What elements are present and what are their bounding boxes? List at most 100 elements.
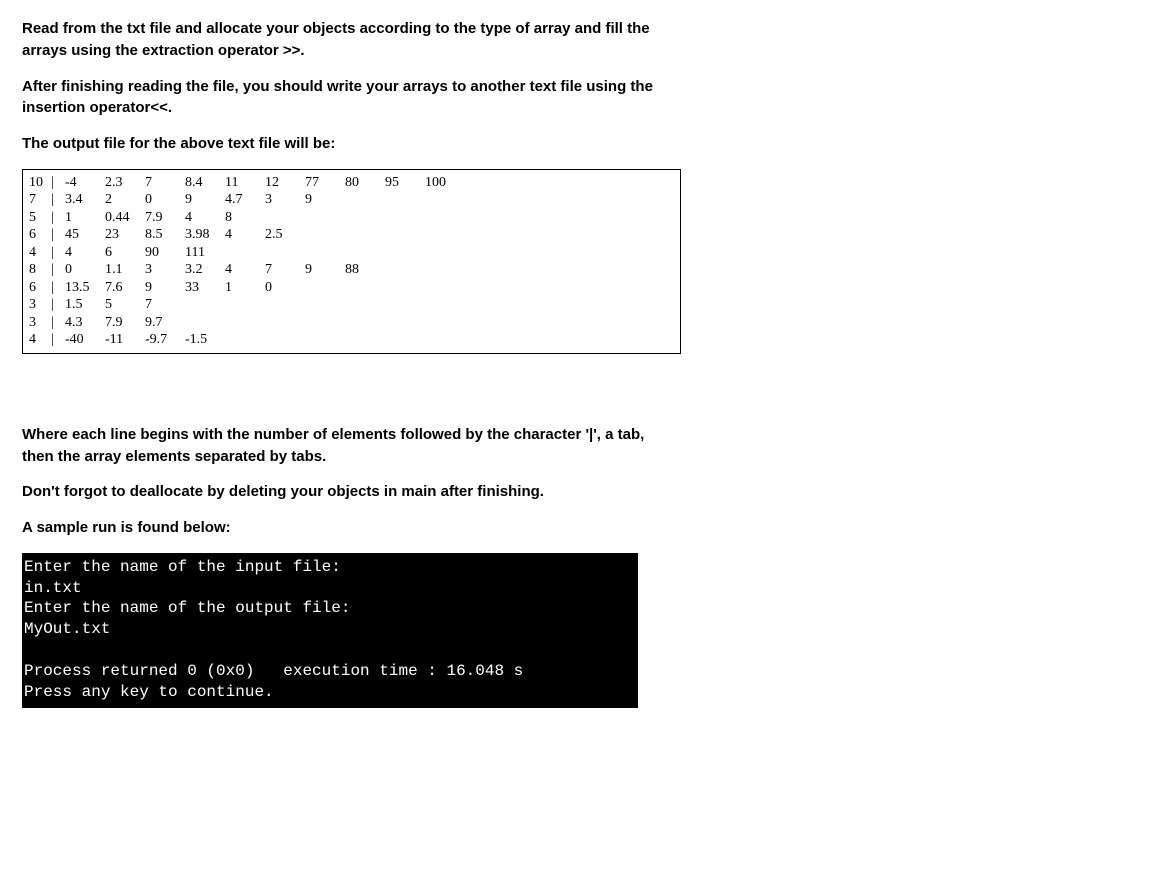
row-pipe: | — [51, 209, 65, 227]
cell-value: 6 — [105, 244, 145, 262]
table-row: 4|-40-11-9.7-1.5 — [29, 331, 465, 349]
cell-value: 7 — [145, 296, 185, 314]
cell-value: 9 — [305, 261, 345, 279]
cell-value: 80 — [345, 174, 385, 192]
cell-value: 7.9 — [105, 314, 145, 332]
cell-value — [265, 314, 305, 332]
cell-value — [385, 314, 425, 332]
cell-value — [425, 226, 465, 244]
cell-value: -9.7 — [145, 331, 185, 349]
cell-value — [385, 331, 425, 349]
cell-value — [385, 209, 425, 227]
table-row: 3|1.557 — [29, 296, 465, 314]
output-file-table: 10|-42.378.411127780951007|3.42094.7395|… — [22, 169, 681, 354]
cell-value: 2.5 — [265, 226, 305, 244]
cell-value: 4 — [65, 244, 105, 262]
cell-value: 1 — [65, 209, 105, 227]
cell-value: 45 — [65, 226, 105, 244]
cell-value — [225, 314, 265, 332]
row-pipe: | — [51, 279, 65, 297]
cell-value: -1.5 — [185, 331, 225, 349]
cell-value — [185, 314, 225, 332]
cell-value: 4 — [225, 226, 265, 244]
cell-value — [425, 244, 465, 262]
cell-value — [345, 279, 385, 297]
cell-value — [305, 209, 345, 227]
cell-value — [425, 331, 465, 349]
cell-value: 0.44 — [105, 209, 145, 227]
cell-value: -4 — [65, 174, 105, 192]
cell-value — [305, 226, 345, 244]
cell-value — [345, 331, 385, 349]
cell-value: 11 — [225, 174, 265, 192]
row-count: 4 — [29, 244, 51, 262]
cell-value — [265, 209, 305, 227]
cell-value — [305, 296, 345, 314]
cell-value — [345, 244, 385, 262]
row-count: 8 — [29, 261, 51, 279]
cell-value: 8.5 — [145, 226, 185, 244]
cell-value: 0 — [145, 191, 185, 209]
cell-value: 1.1 — [105, 261, 145, 279]
row-pipe: | — [51, 174, 65, 192]
table-row: 10|-42.378.41112778095100 — [29, 174, 465, 192]
cell-value — [305, 244, 345, 262]
row-pipe: | — [51, 244, 65, 262]
cell-value: 88 — [345, 261, 385, 279]
cell-value: 2 — [105, 191, 145, 209]
cell-value: 77 — [305, 174, 345, 192]
row-count: 7 — [29, 191, 51, 209]
row-count: 3 — [29, 296, 51, 314]
table-row: 6|13.57.693310 — [29, 279, 465, 297]
cell-value — [345, 209, 385, 227]
terminal-output: Enter the name of the input file: in.txt… — [22, 553, 638, 709]
explanation-paragraph: Where each line begins with the number o… — [22, 424, 672, 468]
cell-value: 7 — [145, 174, 185, 192]
cell-value — [305, 279, 345, 297]
cell-value: 4 — [185, 209, 225, 227]
row-pipe: | — [51, 226, 65, 244]
intro-paragraph-1: Read from the txt file and allocate your… — [22, 18, 672, 62]
intro-paragraph-3: The output file for the above text file … — [22, 133, 672, 155]
cell-value — [225, 331, 265, 349]
cell-value: 5 — [105, 296, 145, 314]
cell-value — [225, 296, 265, 314]
cell-value: 7.9 — [145, 209, 185, 227]
cell-value: 1.5 — [65, 296, 105, 314]
cell-value — [425, 279, 465, 297]
cell-value — [425, 191, 465, 209]
row-count: 6 — [29, 226, 51, 244]
cell-value: 7.6 — [105, 279, 145, 297]
row-count: 3 — [29, 314, 51, 332]
cell-value — [305, 331, 345, 349]
cell-value — [385, 296, 425, 314]
sample-run-heading: A sample run is found below: — [22, 517, 672, 539]
cell-value: 23 — [105, 226, 145, 244]
cell-value: 3.98 — [185, 226, 225, 244]
cell-value: 13.5 — [65, 279, 105, 297]
cell-value — [425, 209, 465, 227]
cell-value — [345, 191, 385, 209]
intro-paragraph-2: After finishing reading the file, you sh… — [22, 76, 672, 120]
cell-value: 100 — [425, 174, 465, 192]
cell-value: 0 — [65, 261, 105, 279]
row-pipe: | — [51, 331, 65, 349]
cell-value — [425, 314, 465, 332]
cell-value: 33 — [185, 279, 225, 297]
row-count: 6 — [29, 279, 51, 297]
cell-value — [185, 296, 225, 314]
cell-value: -40 — [65, 331, 105, 349]
table-row: 6|45238.53.9842.5 — [29, 226, 465, 244]
table-row: 8|01.133.247988 — [29, 261, 465, 279]
cell-value — [385, 191, 425, 209]
table-row: 5|10.447.948 — [29, 209, 465, 227]
deallocate-paragraph: Don't forgot to deallocate by deleting y… — [22, 481, 672, 503]
cell-value: 3 — [265, 191, 305, 209]
cell-value: 7 — [265, 261, 305, 279]
cell-value — [265, 244, 305, 262]
cell-value — [225, 244, 265, 262]
cell-value — [345, 314, 385, 332]
cell-value — [425, 261, 465, 279]
cell-value: 3 — [145, 261, 185, 279]
cell-value — [385, 226, 425, 244]
